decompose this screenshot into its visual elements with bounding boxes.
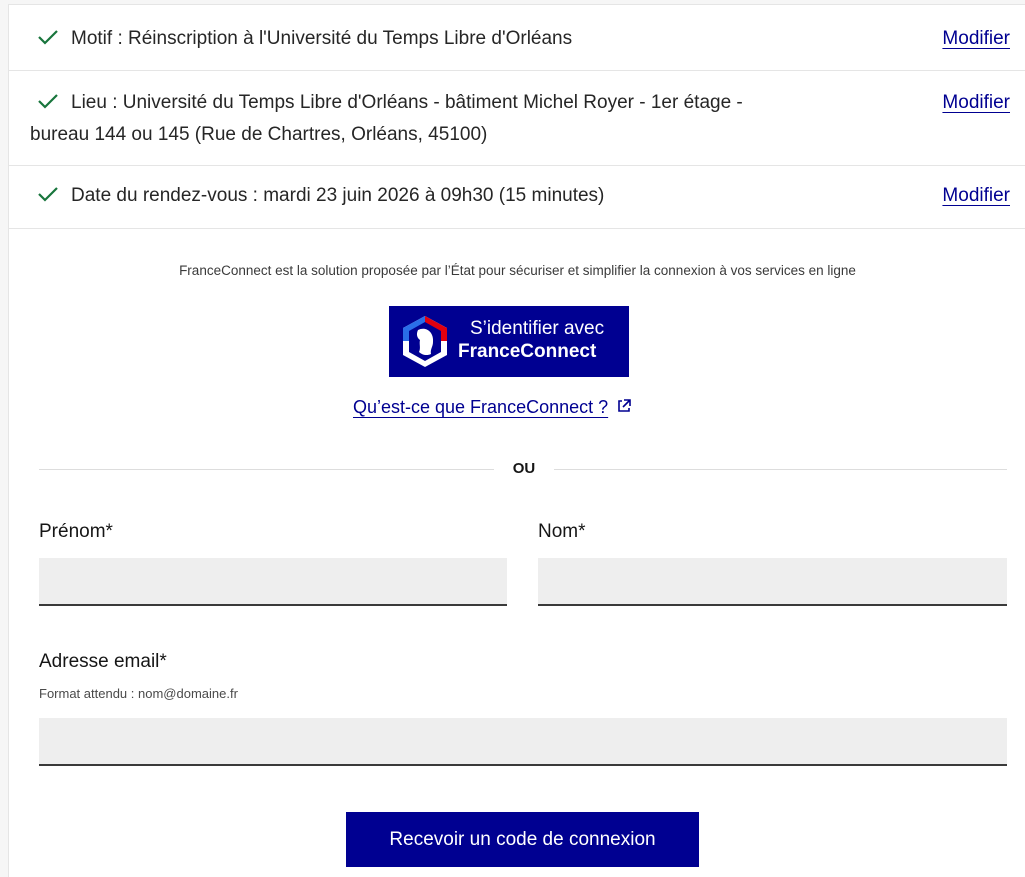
recap-row-motif: Motif : Réinscription à l'Université du … (9, 5, 1025, 71)
recap-date-text-wrapper: Date du rendez-vous : mardi 23 juin 2026… (31, 180, 604, 212)
appointment-card: Motif : Réinscription à l'Université du … (8, 4, 1025, 877)
check-icon (38, 30, 58, 45)
recap-lieu-text-wrapper: Lieu : Université du Temps Libre d'Orléa… (30, 87, 911, 151)
franceconnect-help-link[interactable]: Qu’est-ce que FranceConnect ? (353, 397, 632, 418)
recap-row-lieu: Lieu : Université du Temps Libre d'Orléa… (9, 71, 1025, 166)
recap-date-text: Date du rendez-vous : mardi 23 juin 2026… (71, 185, 605, 206)
modify-lieu-link[interactable]: Modifier (942, 87, 1010, 119)
email-label: Adresse email* (39, 651, 167, 672)
recap-motif-text: Motif : Réinscription à l'Université du … (71, 28, 573, 49)
modify-date-link[interactable]: Modifier (942, 180, 1010, 212)
external-link-icon (618, 399, 631, 412)
check-icon (38, 187, 58, 202)
email-input[interactable] (39, 718, 1007, 766)
franceconnect-button[interactable]: S’identifier avec FranceConnect (389, 306, 629, 377)
email-hint: Format attendu : nom@domaine.fr (39, 686, 238, 701)
franceconnect-info: FranceConnect est la solution proposée p… (179, 263, 856, 278)
page: Motif : Réinscription à l'Université du … (0, 0, 1025, 877)
check-icon (38, 94, 58, 109)
separator-line-right (554, 469, 1007, 470)
separator-text: OU (512, 460, 536, 477)
recap-row-date: Date du rendez-vous : mardi 23 juin 2026… (9, 166, 1025, 229)
franceconnect-help-link-text: Qu’est-ce que FranceConnect ? (353, 397, 609, 417)
franceconnect-button-line2: FranceConnect (458, 341, 597, 362)
recap-lieu-text: Lieu : Université du Temps Libre d'Orléa… (71, 92, 743, 113)
last-name-label: Nom* (538, 521, 586, 542)
modify-motif-link[interactable]: Modifier (942, 23, 1010, 55)
last-name-input[interactable] (538, 558, 1007, 606)
first-name-label: Prénom* (39, 521, 113, 542)
first-name-input[interactable] (39, 558, 507, 606)
separator-line-left (39, 469, 494, 470)
franceconnect-logo-icon (403, 316, 447, 367)
recap-motif-text-wrapper: Motif : Réinscription à l'Université du … (31, 23, 572, 55)
receive-code-button[interactable]: Recevoir un code de connexion (346, 812, 699, 867)
recap-lieu-text-cont: bureau 144 ou 145 (Rue de Chartres, Orlé… (30, 124, 488, 145)
franceconnect-button-line1: S’identifier avec (470, 318, 605, 339)
